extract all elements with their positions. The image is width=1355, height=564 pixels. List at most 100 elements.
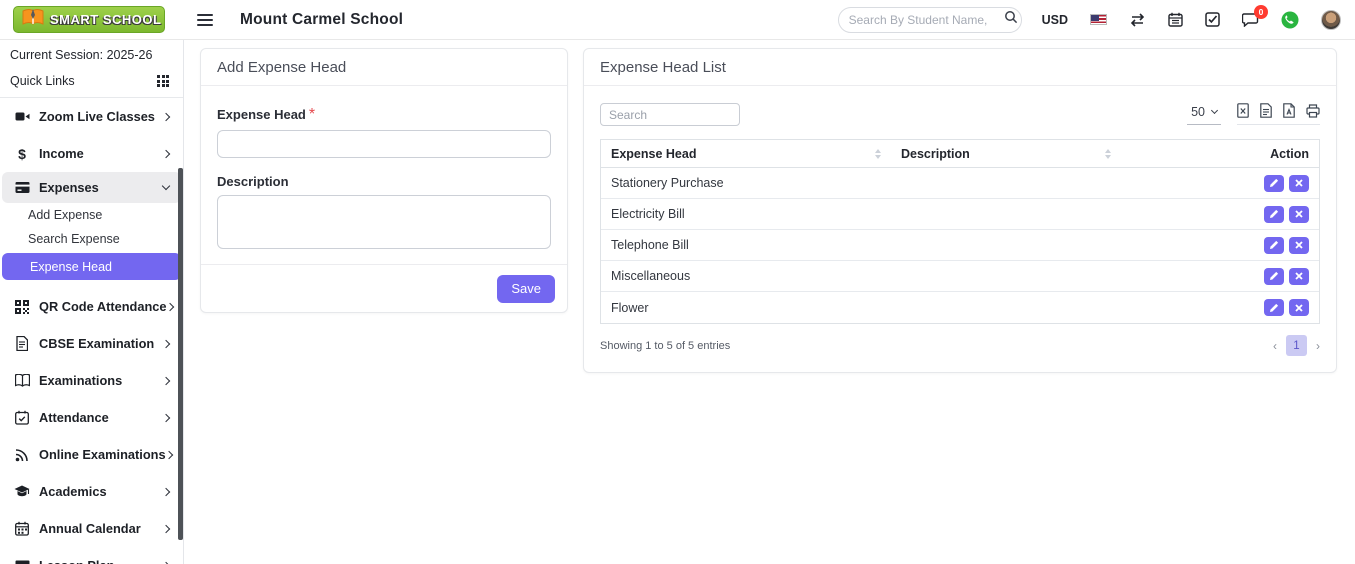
quick-links-label: Quick Links [10, 74, 75, 88]
add-expense-form: Expense Head * Description [201, 86, 567, 254]
expense-head-cell: Stationery Purchase [611, 176, 724, 190]
apps-grid-icon[interactable] [157, 75, 169, 87]
sidebar-item-online-examinations[interactable]: Online Examinations [0, 436, 183, 473]
delete-button[interactable] [1289, 299, 1309, 316]
sidebar-item-examinations[interactable]: Examinations [0, 362, 183, 399]
sort-icon[interactable] [875, 148, 881, 159]
sidebar-item-academics[interactable]: Academics [0, 473, 183, 510]
pagination-page-1[interactable]: 1 [1286, 335, 1307, 356]
language-flag-icon[interactable] [1090, 14, 1107, 25]
sidebar-item-attendance[interactable]: Attendance [0, 399, 183, 436]
smart-school-logo[interactable]: SMART SCHOOL [13, 6, 165, 33]
delete-button[interactable] [1289, 205, 1309, 223]
expense-head-table: Expense Head Description Action Statione… [600, 139, 1320, 324]
logo-text: SMART SCHOOL [50, 12, 162, 27]
action-cell [1121, 267, 1319, 285]
description-textarea[interactable] [217, 195, 551, 249]
sidebar-scrollbar[interactable] [178, 168, 183, 540]
chevron-right-icon [161, 112, 171, 121]
edit-button[interactable] [1264, 236, 1284, 254]
calendar-check-icon [14, 410, 30, 425]
sidebar: Current Session: 2025-26 Quick Links Zoo… [0, 40, 184, 564]
save-button[interactable]: Save [497, 274, 555, 303]
list-card-title: Expense Head List [584, 49, 1336, 86]
add-card-footer: Save [201, 264, 567, 312]
book-pen-icon [22, 8, 44, 31]
table-row: Telephone Bill [601, 230, 1319, 261]
chevron-right-icon [161, 524, 171, 533]
column-header-description[interactable]: Description [891, 147, 1121, 161]
session-switch-icon[interactable] [1129, 12, 1146, 27]
video-icon [14, 109, 30, 124]
sort-icon[interactable] [1105, 148, 1111, 159]
expense-head-input[interactable] [217, 130, 551, 158]
description-label: Description [217, 174, 289, 189]
hamburger-menu-icon[interactable] [197, 13, 213, 26]
whatsapp-icon[interactable] [1281, 11, 1299, 29]
csv-export-icon[interactable] [1260, 103, 1272, 118]
chevron-right-icon [161, 376, 171, 385]
table-search-input[interactable] [600, 103, 740, 126]
delete-button[interactable] [1289, 267, 1309, 285]
graduation-cap-icon [14, 485, 30, 498]
sidebar-subitem-expense-head[interactable]: Expense Head [2, 253, 181, 280]
excel-export-icon[interactable] [1237, 103, 1249, 118]
chevron-down-icon [1210, 106, 1219, 115]
list-controls: 50 [584, 86, 1336, 126]
pdf-export-icon[interactable] [1283, 103, 1295, 118]
sidebar-item-lesson-plan[interactable]: Lesson Plan [0, 547, 183, 564]
task-check-icon[interactable] [1205, 12, 1220, 27]
expense-head-list-card: Expense Head List 50 [583, 48, 1337, 373]
messages-icon[interactable]: 0 [1242, 5, 1268, 27]
sidebar-subitem-search-expense[interactable]: Search Expense [0, 227, 183, 251]
calendar-icon[interactable] [1168, 12, 1183, 27]
student-search-input[interactable] [848, 12, 1004, 27]
delete-button[interactable] [1289, 174, 1309, 192]
edit-button[interactable] [1264, 205, 1284, 223]
action-cell [1121, 299, 1319, 316]
edit-button[interactable] [1264, 174, 1284, 192]
user-avatar[interactable] [1321, 9, 1341, 30]
currency-label[interactable]: USD [1042, 13, 1068, 27]
chevron-right-icon [161, 339, 171, 348]
export-toolbar [1237, 103, 1320, 125]
quick-links-row[interactable]: Quick Links [0, 66, 183, 98]
table-footer: Showing 1 to 5 of 5 entries ‹ 1 › [584, 324, 1336, 367]
sidebar-subitem-add-expense[interactable]: Add Expense [0, 203, 183, 227]
sidebar-item-qr-code-attendance[interactable]: QR Code Attendance [0, 288, 183, 325]
column-header-expense-head[interactable]: Expense Head [601, 147, 891, 161]
sidebar-item-income[interactable]: $ Income [0, 135, 183, 172]
school-name-title: Mount Carmel School [240, 10, 404, 28]
search-icon[interactable] [1004, 10, 1018, 29]
pagination-prev[interactable]: ‹ [1273, 340, 1277, 352]
sidebar-item-zoom-live-classes[interactable]: Zoom Live Classes [0, 98, 183, 135]
sidebar-item-expenses[interactable]: Expenses [2, 172, 181, 203]
table-row: Flower [601, 292, 1319, 323]
sidebar-item-cbse-examination[interactable]: CBSE Examination [0, 325, 183, 362]
pagination: ‹ 1 › [1273, 335, 1320, 356]
expense-head-cell: Miscellaneous [611, 269, 691, 283]
column-header-action: Action [1270, 146, 1309, 161]
page: SMART SCHOOL Mount Carmel School USD [0, 0, 1355, 564]
chevron-right-icon [161, 149, 171, 158]
rss-icon [14, 448, 30, 462]
edit-button[interactable] [1264, 299, 1284, 316]
action-cell [1121, 236, 1319, 254]
expense-head-label: Expense Head [217, 107, 306, 122]
header-actions: USD 0 [837, 5, 1341, 33]
document-icon [14, 336, 30, 351]
top-header: SMART SCHOOL Mount Carmel School USD [0, 0, 1355, 40]
expense-head-cell: Telephone Bill [611, 238, 689, 252]
expense-head-cell: Electricity Bill [611, 207, 685, 221]
delete-button[interactable] [1289, 236, 1309, 254]
add-card-title: Add Expense Head [201, 49, 567, 86]
edit-button[interactable] [1264, 267, 1284, 285]
chevron-right-icon [161, 487, 171, 496]
print-icon[interactable] [1306, 103, 1320, 118]
sidebar-item-annual-calendar[interactable]: Annual Calendar [0, 510, 183, 547]
table-row: Miscellaneous [601, 261, 1319, 292]
pagination-next[interactable]: › [1316, 340, 1320, 352]
table-row: Stationery Purchase [601, 168, 1319, 199]
action-cell [1121, 174, 1319, 192]
page-size-select[interactable]: 50 [1187, 103, 1221, 125]
